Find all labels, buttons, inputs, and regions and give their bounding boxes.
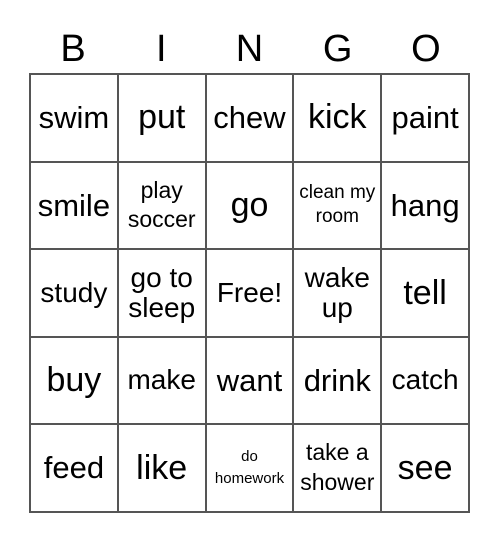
bingo-cell: wake up [293, 249, 382, 337]
header-letter-g: G [322, 28, 353, 70]
header-letter-n: N [235, 28, 264, 70]
bingo-cell: chew [205, 74, 294, 162]
bingo-cell: catch [381, 336, 469, 425]
bingo-cell: see [381, 424, 469, 512]
header-letter-o: O [411, 28, 441, 70]
header-letter-i: I [156, 28, 167, 70]
bingo-cell: kick [293, 74, 382, 162]
bingo-header: B I N G O [29, 26, 470, 72]
bingo-cell: feed [30, 424, 118, 512]
bingo-cell: put [117, 74, 206, 162]
bingo-cell: take a shower [293, 424, 382, 512]
bingo-cell: make [117, 336, 206, 425]
bingo-cell: paint [381, 74, 469, 162]
bingo-cell: clean my room [293, 161, 382, 250]
bingo-cell: go to sleep [117, 249, 206, 337]
bingo-cell: drink [293, 336, 382, 425]
bingo-cell: want [205, 336, 294, 425]
bingo-cell: study [30, 249, 118, 337]
bingo-cell: like [117, 424, 206, 512]
bingo-cell: swim [30, 74, 118, 162]
bingo-cell: play soccer [117, 161, 206, 250]
bingo-cell: do homework [205, 424, 294, 512]
bingo-cell: buy [30, 336, 118, 425]
bingo-cell: Free! [205, 249, 294, 337]
bingo-cell: smile [30, 161, 118, 250]
bingo-cell: go [205, 161, 294, 250]
bingo-grid: swim put chew kick paint smile play soccer go cl… [29, 73, 470, 513]
header-letter-b: B [60, 28, 86, 70]
bingo-cell: tell [381, 249, 469, 337]
bingo-cell: hang [381, 161, 469, 250]
